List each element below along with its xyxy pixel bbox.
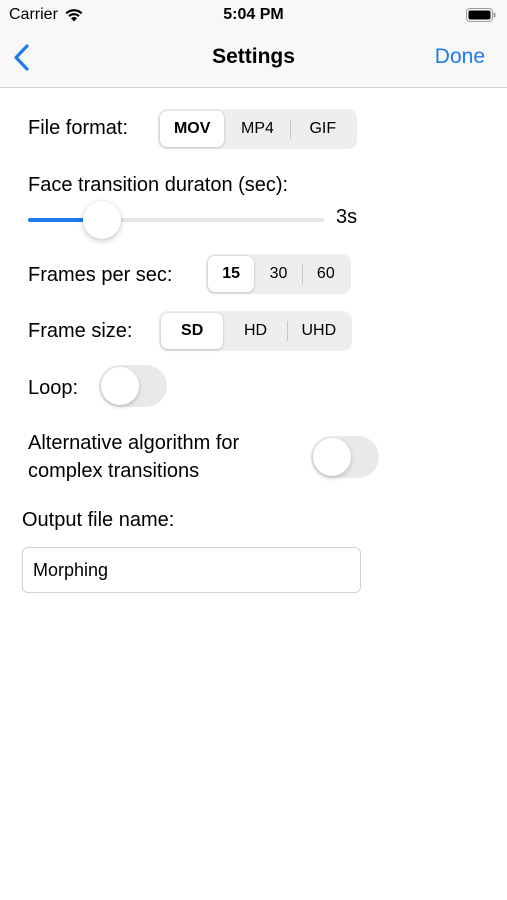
slider-thumb[interactable] [83,201,121,239]
file-format-label: File format: [28,117,129,139]
face-transition-slider[interactable] [28,200,324,240]
toggle-knob [313,438,351,476]
fps-option-60[interactable]: 60 [303,256,349,292]
file-format-option-mp4[interactable]: MP4 [225,111,289,147]
fps-option-30[interactable]: 30 [255,256,301,292]
status-bar: Carrier 5:04 PM [0,0,507,30]
frame-size-option-uhd[interactable]: UHD [288,313,350,349]
navigation-bar: Settings Done [0,30,507,88]
file-format-option-mov[interactable]: MOV [160,111,225,147]
frame-size-option-sd[interactable]: SD [161,313,224,349]
loop-toggle[interactable] [99,365,167,407]
toggle-knob [101,367,139,405]
output-file-name-input[interactable] [22,547,361,593]
page-title: Settings [212,45,295,68]
frame-size-segmented-control: SD HD UHD [159,311,352,351]
frame-size-label: Frame size: [28,320,133,342]
output-file-name-label: Output file name: [22,509,175,531]
file-format-segmented-control: MOV MP4 GIF [158,109,357,149]
face-transition-value: 3s [336,206,358,228]
file-format-option-gif[interactable]: GIF [291,111,355,147]
status-time: 5:04 PM [223,6,284,23]
frames-per-sec-segmented-control: 15 30 60 [206,254,351,294]
face-transition-label: Face transition duraton (sec): [28,174,289,196]
frame-size-option-hd[interactable]: HD [224,313,286,349]
battery-icon [466,8,496,22]
done-button[interactable]: Done [435,45,485,69]
fps-option-15[interactable]: 15 [208,256,255,292]
loop-label: Loop: [28,377,79,399]
frames-per-sec-label: Frames per sec: [28,264,173,286]
alt-algorithm-label-line2: complex transitions [28,460,200,482]
alt-algorithm-label-line1: Alternative algorithm for [28,432,240,454]
alt-algorithm-toggle[interactable] [311,436,379,478]
